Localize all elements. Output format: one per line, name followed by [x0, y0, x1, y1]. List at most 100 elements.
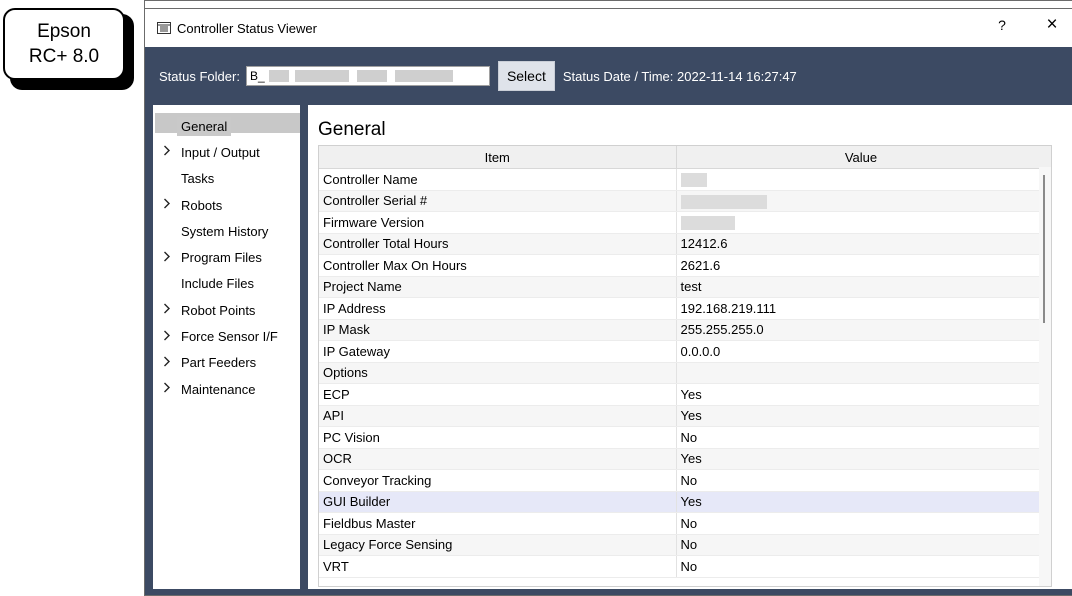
- table-row[interactable]: Options: [319, 362, 1047, 384]
- sidebar-item-label: Input / Output: [181, 144, 260, 160]
- sidebar-item-label: Robots: [181, 197, 223, 213]
- badge-line2: RC+ 8.0: [28, 46, 100, 67]
- item-cell: Options: [319, 362, 677, 384]
- sidebar-item-robot-points[interactable]: Robot Points: [153, 297, 300, 323]
- table-row[interactable]: Fieldbus Master No: [319, 512, 1047, 535]
- table-row[interactable]: IP Address 192.168.219.111: [319, 297, 1047, 320]
- table-row[interactable]: VRT No: [319, 555, 1047, 578]
- controller-status-viewer-window: Controller Status Viewer ? × Status Fold…: [144, 8, 1072, 596]
- table-row[interactable]: OCR Yes: [319, 448, 1047, 470]
- item-cell: IP Address: [319, 297, 677, 320]
- value-cell: 2621.6: [676, 254, 1047, 277]
- sidebar-item-label: System History: [181, 223, 269, 239]
- table-row[interactable]: PC Vision No: [319, 426, 1047, 449]
- table-row[interactable]: GUI Builder Yes: [319, 491, 1047, 513]
- close-button[interactable]: ×: [1040, 14, 1064, 36]
- item-cell: Controller Serial #: [319, 190, 677, 212]
- value-cell: Yes: [676, 405, 1047, 427]
- sidebar-item-maintenance[interactable]: Maintenance: [153, 376, 300, 402]
- sidebar-item-label: Tasks: [181, 171, 215, 187]
- table-row[interactable]: Controller Total Hours 12412.6: [319, 233, 1047, 255]
- chevron-right-icon[interactable]: [157, 330, 177, 344]
- sidebar-item-part-feeders[interactable]: Part Feeders: [153, 350, 300, 376]
- value-cell: 12412.6: [676, 233, 1047, 255]
- sidebar-item-robots[interactable]: Robots: [153, 192, 300, 218]
- value-cell: [676, 362, 1047, 384]
- item-cell: Controller Total Hours: [319, 233, 677, 255]
- sidebar-item-input-output[interactable]: Input / Output: [153, 139, 300, 165]
- table-row[interactable]: Project Name test: [319, 276, 1047, 298]
- item-cell: Legacy Force Sensing: [319, 534, 677, 556]
- help-button[interactable]: ?: [992, 17, 1012, 33]
- sidebar-item-general[interactable]: General: [153, 113, 300, 139]
- table-row[interactable]: IP Mask 255.255.255.0: [319, 319, 1047, 341]
- redacted-value: [680, 216, 735, 231]
- item-cell: Conveyor Tracking: [319, 469, 677, 492]
- table-row[interactable]: Controller Max On Hours 2621.6: [319, 254, 1047, 277]
- value-cell: Yes: [676, 448, 1047, 470]
- value-cell: No: [676, 469, 1047, 492]
- table-row[interactable]: IP Gateway 0.0.0.0: [319, 340, 1047, 363]
- sidebar-item-tasks[interactable]: Tasks: [153, 166, 300, 192]
- column-header-item[interactable]: Item: [319, 146, 677, 169]
- value-cell: 255.255.255.0: [676, 319, 1047, 341]
- toolbar: Status Folder: B_ Select Status Date / T…: [145, 47, 1072, 105]
- select-button[interactable]: Select: [497, 61, 555, 91]
- sidebar-item-force-sensor-i-f[interactable]: Force Sensor I/F: [153, 323, 300, 349]
- chevron-right-icon[interactable]: [157, 198, 177, 212]
- content-panel: General Item Value Controller Name Contro…: [308, 105, 1072, 589]
- list-window-icon: [157, 22, 171, 34]
- redacted-text: [268, 70, 289, 82]
- value-cell: No: [676, 426, 1047, 449]
- value-cell: 192.168.219.111: [676, 297, 1047, 320]
- sidebar-item-include-files[interactable]: Include Files: [153, 271, 300, 297]
- item-cell: GUI Builder: [319, 491, 677, 513]
- page-title: General: [318, 119, 386, 140]
- sidebar-item-label: Part Feeders: [181, 355, 257, 371]
- item-cell: Controller Max On Hours: [319, 254, 677, 277]
- redacted-value: [680, 173, 707, 188]
- table-row[interactable]: Conveyor Tracking No: [319, 469, 1047, 492]
- vertical-scrollbar[interactable]: [1039, 167, 1051, 586]
- chevron-right-icon[interactable]: [157, 356, 177, 370]
- chevron-right-icon[interactable]: [157, 145, 177, 159]
- sidebar-item-label: Force Sensor I/F: [181, 329, 278, 345]
- sidebar-nav: General Input / Output Tasks Robots System H…: [153, 105, 300, 589]
- value-cell: No: [676, 512, 1047, 535]
- chevron-right-icon[interactable]: [157, 303, 177, 317]
- value-cell: No: [676, 534, 1047, 556]
- table-row[interactable]: ECP Yes: [319, 383, 1047, 406]
- item-cell: OCR: [319, 448, 677, 470]
- item-cell: Firmware Version: [319, 211, 677, 234]
- column-header-value[interactable]: Value: [676, 146, 1047, 169]
- sidebar-item-system-history[interactable]: System History: [153, 218, 300, 244]
- product-badge: Epson RC+ 8.0: [3, 8, 125, 80]
- item-cell: VRT: [319, 555, 677, 578]
- table-row[interactable]: Controller Serial #: [319, 190, 1047, 212]
- item-cell: IP Gateway: [319, 340, 677, 363]
- chevron-right-icon[interactable]: [157, 382, 177, 396]
- sidebar-item-label: Robot Points: [181, 302, 256, 318]
- item-cell: Controller Name: [319, 168, 677, 191]
- window-title: Controller Status Viewer: [177, 20, 317, 36]
- badge-line1: Epson: [37, 21, 91, 42]
- background-window-edge: [144, 0, 1072, 8]
- redacted-text: [394, 70, 453, 82]
- sidebar-item-label: General: [177, 116, 232, 136]
- frame-divider: [300, 105, 308, 595]
- sidebar-item-label: Program Files: [181, 250, 262, 266]
- value-cell: [676, 168, 1047, 191]
- scrollbar-thumb[interactable]: [1043, 175, 1045, 323]
- scrollbar-header-corner: [1039, 146, 1051, 167]
- table-row[interactable]: Legacy Force Sensing No: [319, 534, 1047, 556]
- chevron-right-icon[interactable]: [157, 251, 177, 265]
- sidebar-item-label: Maintenance: [181, 381, 256, 397]
- item-cell: ECP: [319, 383, 677, 406]
- status-folder-input[interactable]: B_: [245, 66, 490, 86]
- sidebar-item-program-files[interactable]: Program Files: [153, 244, 300, 270]
- table-row[interactable]: API Yes: [319, 405, 1047, 427]
- item-cell: IP Mask: [319, 319, 677, 341]
- title-bar: Controller Status Viewer ? ×: [145, 9, 1072, 47]
- table-row[interactable]: Controller Name: [319, 168, 1047, 191]
- table-row[interactable]: Firmware Version: [319, 211, 1047, 234]
